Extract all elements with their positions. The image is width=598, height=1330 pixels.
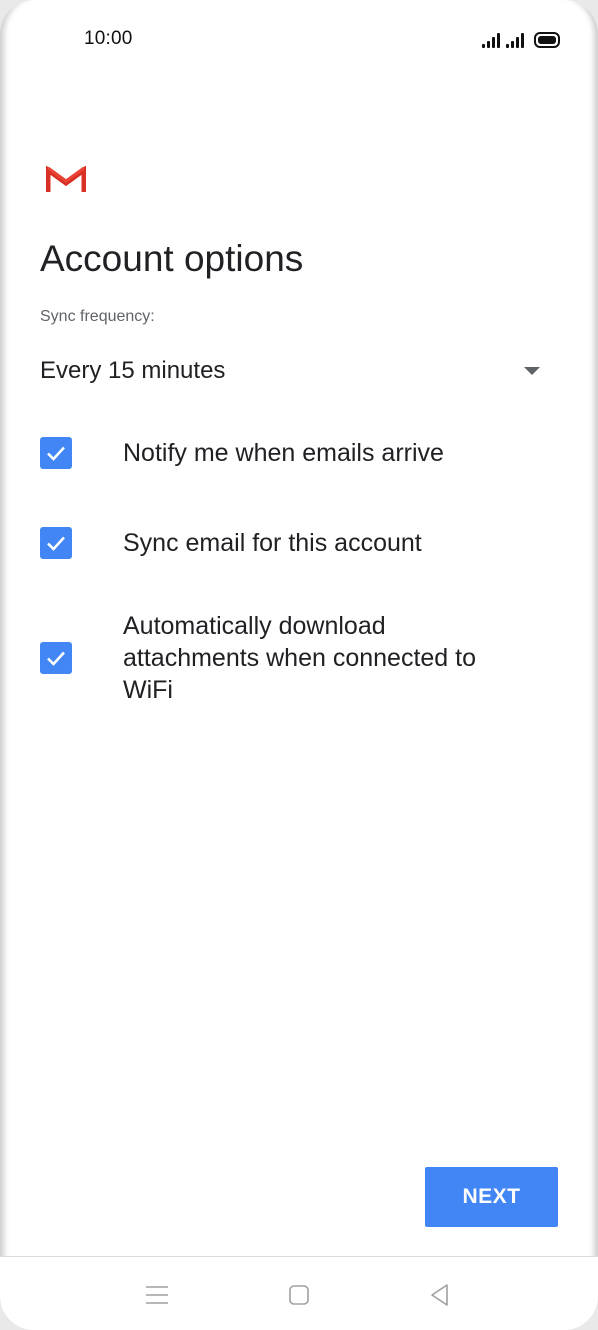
signal-icon-2 [506,32,524,48]
sync-frequency-dropdown[interactable]: Every 15 minutes [40,348,550,394]
option-sync-email[interactable]: Sync email for this account [40,527,560,559]
gmail-logo-icon [46,165,86,192]
status-time: 10:00 [84,28,133,49]
check-icon [47,651,65,666]
notify-checkbox[interactable] [40,437,72,469]
option-auto-download[interactable]: Automatically download attachments when … [40,610,560,706]
sync-email-label: Sync email for this account [123,529,422,557]
battery-icon [534,32,560,48]
signal-icon [482,32,500,48]
sync-frequency-value: Every 15 minutes [40,357,226,384]
next-button[interactable]: NEXT [425,1167,558,1227]
status-bar: 10:00 [0,0,598,80]
back-icon[interactable] [426,1281,454,1309]
phone-screen: 10:00 Account options Sync frequency: Ev… [0,0,598,1330]
sync-email-checkbox[interactable] [40,527,72,559]
sync-frequency-label: Sync frequency: [40,308,155,325]
menu-icon[interactable] [143,1281,171,1309]
status-icons [482,28,560,48]
check-icon [47,536,65,551]
navigation-bar [0,1257,598,1330]
option-notify[interactable]: Notify me when emails arrive [40,437,560,469]
page-title: Account options [40,238,304,279]
check-icon [47,446,65,461]
auto-download-label: Automatically download attachments when … [123,612,477,704]
home-icon[interactable] [285,1281,313,1309]
auto-download-checkbox[interactable] [40,642,72,674]
notify-label: Notify me when emails arrive [123,439,444,467]
dropdown-arrow-icon [524,367,540,375]
